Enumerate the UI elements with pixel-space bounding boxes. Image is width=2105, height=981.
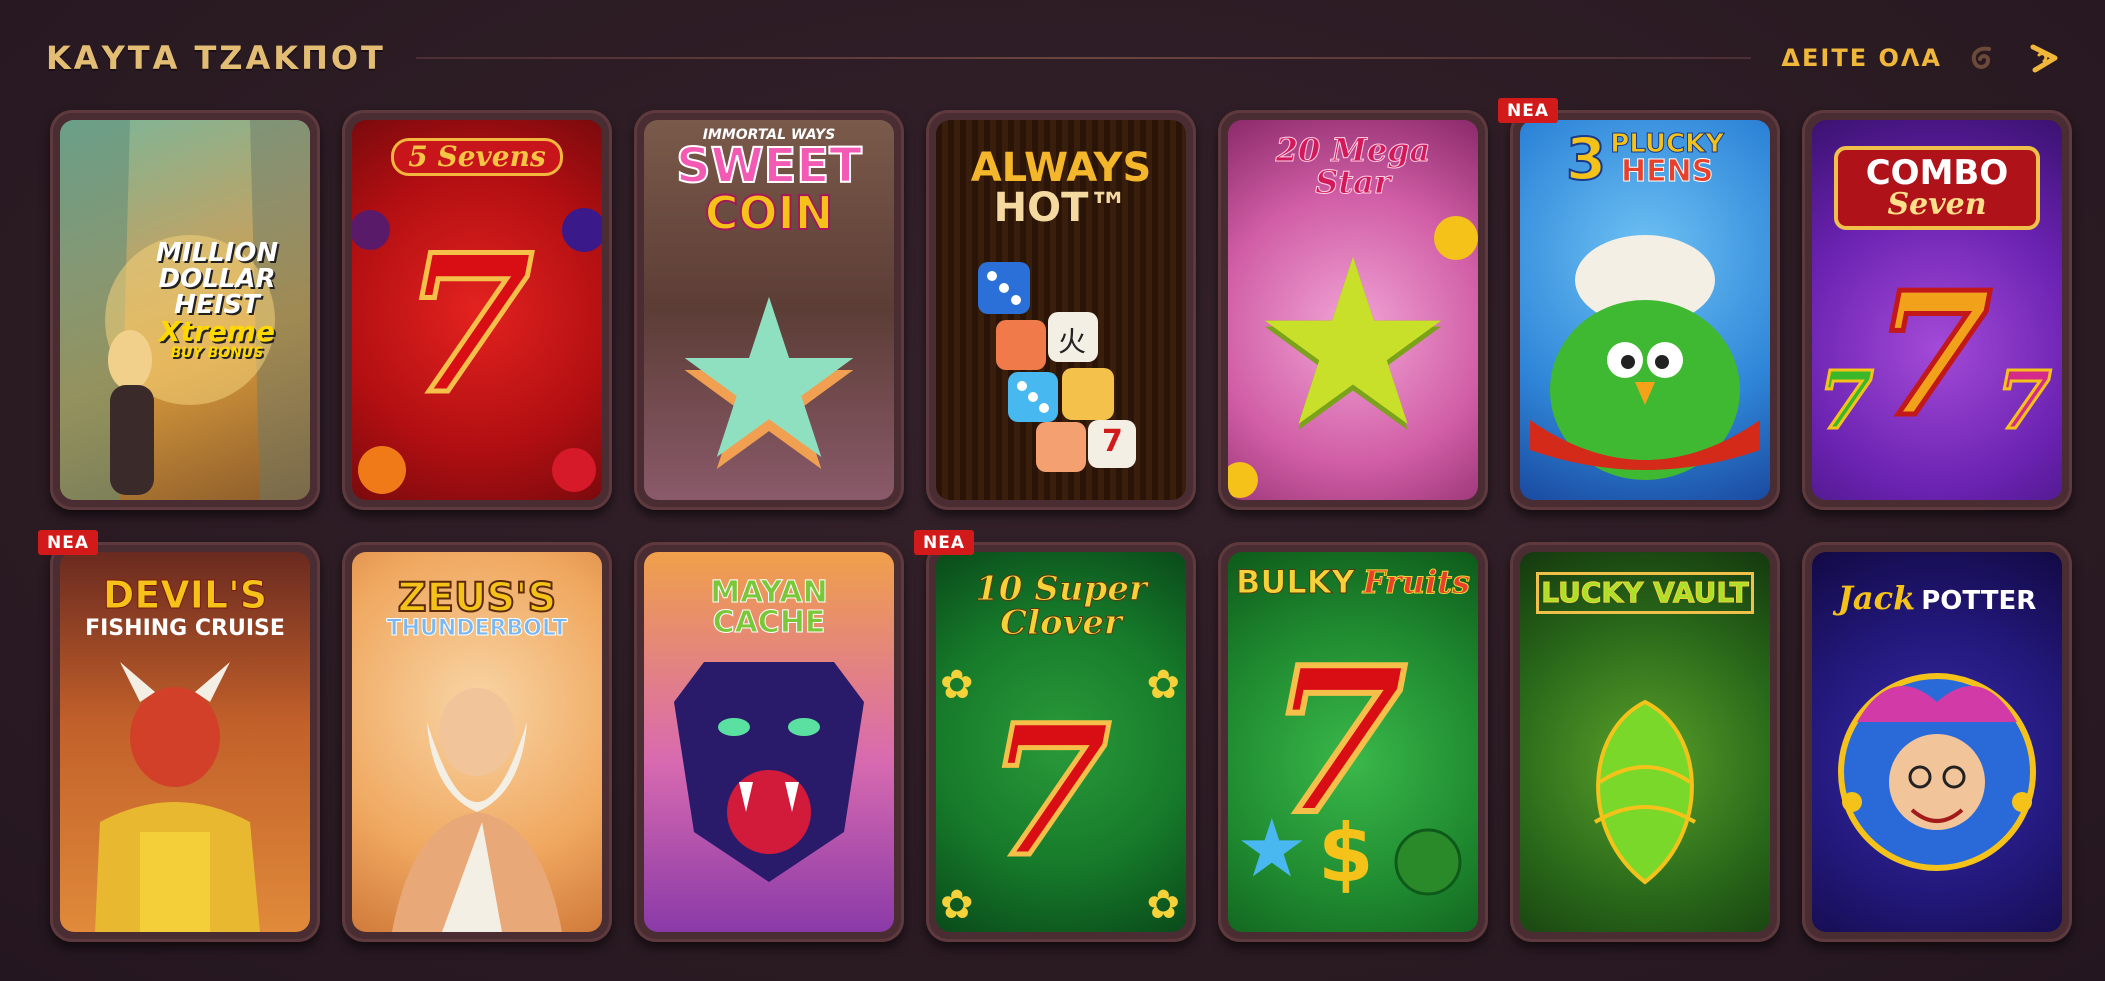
game-title-line: BULKY (1236, 563, 1356, 601)
new-badge: NEA (914, 530, 974, 555)
game-card-lucky-vault[interactable]: LUCKY VAULT (1510, 542, 1780, 942)
game-title-line: ZEUS'S (397, 575, 558, 621)
section-header: ΚΑΥΤΑ ΤΖΑΚΠΟΤ ΔΕΙΤΕ ΟΛΑ (46, 30, 2066, 86)
game-title-line: THUNDERBOLT (386, 616, 568, 641)
game-title-line: LUCKY VAULT (1541, 576, 1749, 609)
game-card-5-sevens[interactable]: 5 Sevens 7 (342, 110, 612, 510)
section-title: ΚΑΥΤΑ ΤΖΑΚΠΟΤ (46, 39, 386, 77)
game-card-sweet-coin[interactable]: IMMORTAL WAYS SWEET COIN ★ (634, 110, 904, 510)
game-title-line: BUY BONUS (170, 345, 264, 361)
games-grid: MILLION DOLLAR HEIST Xtreme BUY BONUS 5 … (38, 98, 2072, 942)
new-badge: NEA (38, 530, 98, 555)
game-thumbnail: Jack POTTER (1812, 552, 2062, 932)
game-card-mayan-cache[interactable]: MAYAN CACHE (634, 542, 904, 942)
game-title-line: Fruits (1362, 563, 1470, 601)
game-thumbnail: ZEUS'S THUNDERBOLT (352, 552, 602, 932)
game-title-line: HENS (1621, 154, 1714, 189)
game-card-20-mega-star[interactable]: 20 Mega Star ★ (1218, 110, 1488, 510)
prev-arrow-button[interactable] (1960, 36, 2004, 80)
game-thumbnail: 20 Mega Star ★ (1228, 120, 1478, 500)
clover-icon: ✿ (940, 662, 974, 708)
fruit-decor (352, 208, 602, 494)
game-title-line: 10 Super (975, 569, 1148, 609)
swirl-left-icon (1971, 46, 1991, 69)
game-thumbnail: MAYAN CACHE (644, 552, 894, 932)
game-title-line: DEVIL'S (102, 573, 268, 617)
game-thumbnail: BULKY Fruits 7 $ ★ (1228, 552, 1478, 932)
game-title-line: 3 (1565, 125, 1607, 193)
new-badge: NEA (1498, 98, 1558, 123)
watermelon-decor (1394, 828, 1462, 896)
game-title-line: Clover (1000, 603, 1123, 643)
game-title-line: Seven (1887, 187, 1987, 222)
game-title-line: SWEET (675, 138, 863, 194)
next-arrow-button[interactable] (2022, 36, 2066, 80)
swirl-right-icon (2030, 44, 2058, 73)
game-title-line: MAYAN CACHE (710, 575, 828, 640)
game-card-devils-fishing-cruise[interactable]: NEA DEVIL'S FISHING CRUISE (38, 530, 320, 942)
game-card-million-dollar-heist[interactable]: MILLION DOLLAR HEIST Xtreme BUY BONUS (50, 110, 320, 510)
game-thumbnail: LUCKY VAULT (1520, 552, 1770, 932)
game-title-line: FISHING CRUISE (85, 616, 285, 641)
game-title-line: ALWAYS (970, 145, 1152, 191)
game-title-line: COMBO (1865, 153, 2009, 193)
game-card-3-plucky-hens[interactable]: NEA 3 PLUCKY HENS (1498, 98, 1780, 510)
game-title-line: POTTER (1921, 586, 2037, 616)
game-thumbnail: DEVIL'S FISHING CRUISE (60, 552, 310, 932)
dice-glyph: 火 (1058, 325, 1087, 358)
game-card-always-hot[interactable]: ALWAYS HOT™ 火 7 (926, 110, 1196, 510)
lucky-seven-symbol: 7 (1817, 353, 1876, 447)
game-title-line: MILLION (155, 238, 279, 268)
game-card-10-super-clover[interactable]: NEA 10 Super Clover 7 ✿ ✿ ✿ ✿ (914, 530, 1196, 942)
game-thumbnail: COMBO Seven 7 7 7 (1812, 120, 2062, 500)
game-thumbnail: MILLION DOLLAR HEIST Xtreme BUY BONUS (60, 120, 310, 500)
game-title-line: 5 Sevens (391, 138, 563, 176)
game-thumbnail: 10 Super Clover 7 ✿ ✿ ✿ ✿ (936, 552, 1186, 932)
game-thumbnail: ALWAYS HOT™ 火 7 (936, 120, 1186, 500)
hot-jackpots-section: ΚΑΥΤΑ ΤΖΑΚΠΟΤ ΔΕΙΤΕ ΟΛΑ MILLION DOLLAR H… (0, 0, 2105, 981)
lucky-seven-symbol: 7 (983, 686, 1113, 897)
game-thumbnail: 3 PLUCKY HENS (1520, 120, 1770, 500)
clover-icon: ✿ (940, 882, 974, 928)
game-card-zeus-thunderbolt[interactable]: ZEUS'S THUNDERBOLT (342, 542, 612, 942)
game-title-line: COIN (704, 186, 834, 240)
game-card-jack-potter[interactable]: Jack POTTER (1802, 542, 2072, 942)
lucky-seven-symbol: 7 (1871, 255, 1994, 455)
game-title-line: Star (1315, 163, 1391, 201)
see-all-link[interactable]: ΔΕΙΤΕ ΟΛΑ (1781, 44, 1942, 72)
game-card-bulky-fruits[interactable]: BULKY Fruits 7 $ ★ (1218, 542, 1488, 942)
candy-star-symbol: ★ (670, 252, 868, 500)
lucky-seven-symbol: 7 (1995, 353, 2054, 447)
clover-icon: ✿ (1146, 662, 1180, 708)
game-title-line: Xtreme (159, 315, 275, 348)
game-thumbnail: 5 Sevens 7 (352, 120, 602, 500)
game-title-line: DOLLAR (158, 264, 276, 294)
header-divider (415, 57, 1752, 59)
game-card-combo-seven[interactable]: COMBO Seven 7 7 7 (1802, 110, 2072, 510)
game-thumbnail: IMMORTAL WAYS SWEET COIN ★ (644, 120, 894, 500)
game-title-line: 20 Mega (1275, 131, 1431, 169)
game-title-line: Jack (1837, 579, 1916, 617)
dice-glyph: 7 (1102, 424, 1123, 459)
clover-icon: ✿ (1146, 882, 1180, 928)
game-title-line: HOT™ (993, 185, 1129, 231)
